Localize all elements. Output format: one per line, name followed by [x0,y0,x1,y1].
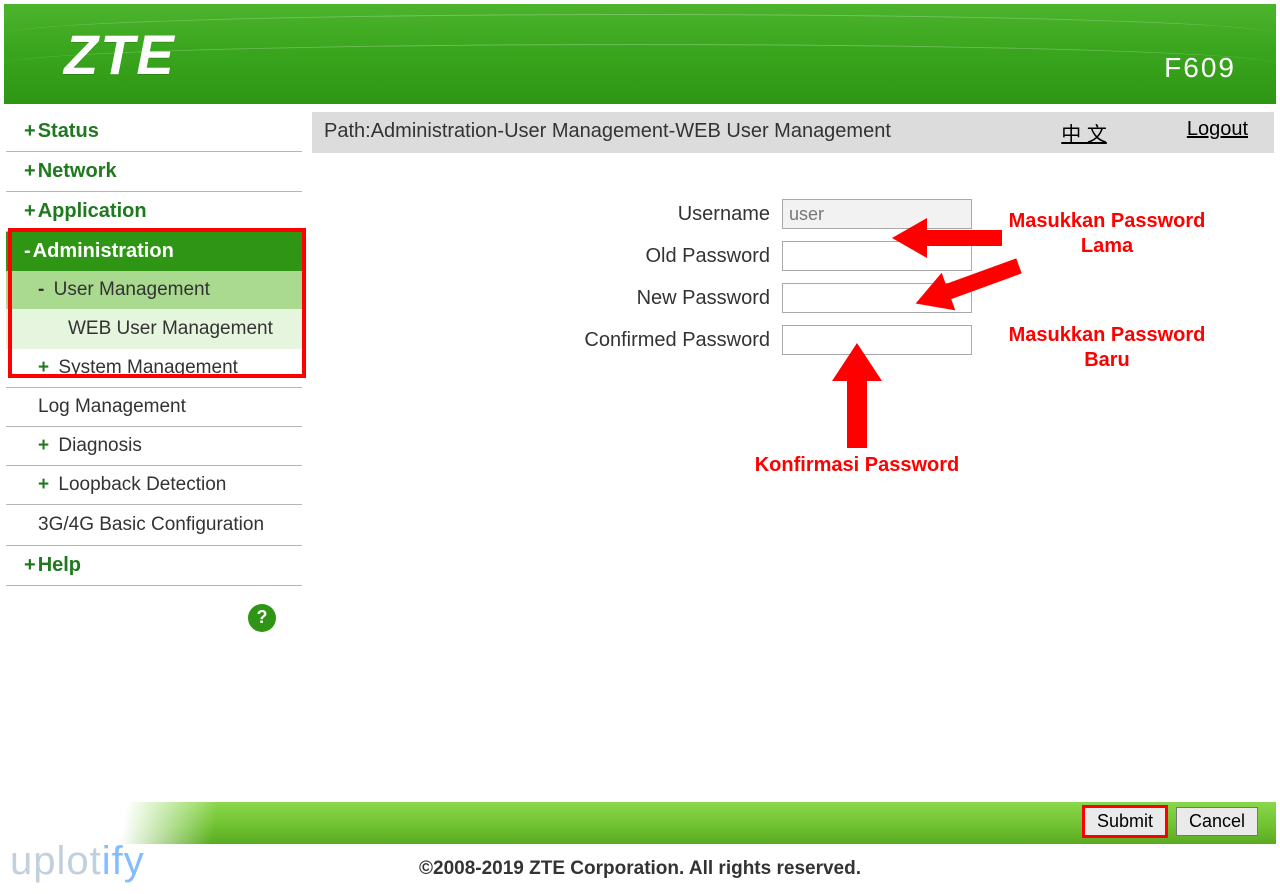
sidebar-item-application[interactable]: +Application [6,192,302,232]
username-input[interactable] [782,199,972,229]
expand-icon: + [24,160,36,182]
app-header: ZTE F609 [4,4,1276,104]
old-password-label: Old Password [312,245,782,268]
sidebar-item-label: Network [38,160,117,182]
submit-button[interactable]: Submit [1084,807,1166,836]
sidebar-item-label: System Management [58,357,238,378]
sidebar-item-label: WEB User Management [68,318,273,339]
breadcrumb: Path:Administration-User Management-WEB … [324,118,964,144]
copyright-text: ©2008-2019 ZTE Corporation. All rights r… [0,858,1280,880]
sidebar-item-diagnosis[interactable]: Diagnosis [6,427,302,466]
sidebar-item-3g4g-basic-config[interactable]: 3G/4G Basic Configuration [6,505,302,546]
main-panel: Path:Administration-User Management-WEB … [312,112,1274,640]
collapse-icon: - [24,240,31,262]
new-password-label: New Password [312,287,782,310]
annotation-confirm-password: Konfirmasi Password [732,453,982,478]
username-label: Username [312,203,782,226]
sidebar-item-label: Diagnosis [58,435,141,456]
sidebar-item-log-management[interactable]: Log Management [6,388,302,427]
brand-logo: ZTE [64,22,176,87]
password-form: Username Old Password New Password Confi… [312,153,1274,361]
old-password-input[interactable] [782,241,972,271]
path-bar: Path:Administration-User Management-WEB … [312,112,1274,153]
sidebar-item-label: Help [38,554,81,576]
sidebar-item-help[interactable]: +Help [6,546,302,586]
footer-bar: Submit Cancel [4,802,1276,844]
expand-icon: + [24,120,36,142]
sidebar-item-label: User Management [54,279,210,300]
sidebar: +Status +Network +Application -Administr… [6,112,302,640]
model-label: F609 [1164,52,1236,84]
confirmed-password-label: Confirmed Password [312,329,782,352]
sidebar-item-system-management[interactable]: System Management [6,349,302,388]
sidebar-item-user-management[interactable]: User Management [6,271,302,309]
sidebar-item-web-user-management[interactable]: WEB User Management [6,309,302,349]
sidebar-item-label: Administration [33,240,174,262]
logout-link[interactable]: Logout [1187,118,1248,147]
sidebar-item-label: Status [38,120,99,142]
sidebar-item-status[interactable]: +Status [6,112,302,152]
expand-icon: + [24,554,36,576]
cancel-button[interactable]: Cancel [1176,807,1258,836]
expand-icon: + [24,200,36,222]
help-icon[interactable]: ? [248,604,276,632]
sidebar-item-label: Log Management [38,396,186,417]
sidebar-item-label: Loopback Detection [58,474,226,495]
sidebar-item-label: 3G/4G Basic Configuration [38,514,264,535]
language-link[interactable]: 中 文 [1061,118,1107,147]
sidebar-item-loopback-detection[interactable]: Loopback Detection [6,466,302,505]
new-password-input[interactable] [782,283,972,313]
sidebar-item-network[interactable]: +Network [6,152,302,192]
sidebar-item-administration[interactable]: -Administration [6,232,302,271]
confirmed-password-input[interactable] [782,325,972,355]
sidebar-item-label: Application [38,200,147,222]
